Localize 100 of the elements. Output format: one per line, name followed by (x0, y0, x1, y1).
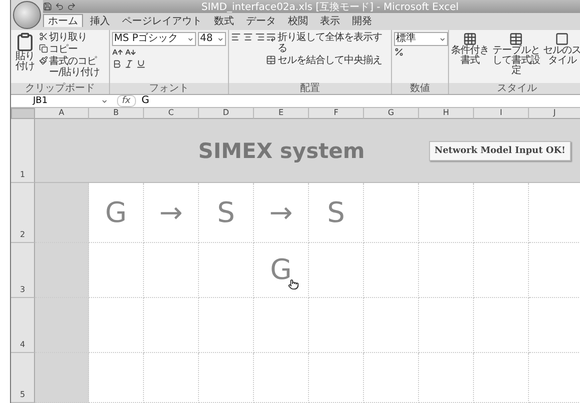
style-button[interactable]: 条件付き書式 (451, 32, 489, 81)
sheet-cell[interactable] (419, 243, 474, 298)
ribbon-tab[interactable]: 開発 (347, 14, 377, 27)
column-header[interactable]: C (144, 108, 199, 119)
style-button[interactable]: セルのスタイル (543, 32, 580, 81)
style-button[interactable]: テーブルとして書式設定 (491, 32, 541, 81)
italic-icon[interactable] (124, 59, 134, 69)
row-header[interactable]: 1 (11, 119, 35, 183)
sheet-cell[interactable] (474, 243, 529, 298)
select-all-button[interactable] (11, 108, 35, 119)
ribbon-tab[interactable]: 校閲 (283, 14, 313, 27)
column-header[interactable]: A (35, 108, 89, 119)
number-format-field[interactable]: 標準 (394, 32, 448, 46)
function-button[interactable]: fx (117, 95, 136, 107)
paste-button[interactable]: 貼り付け (13, 32, 37, 81)
sheet-cell[interactable] (364, 353, 419, 403)
clipboard-button[interactable]: 切り取り (38, 32, 107, 43)
sheet-cell[interactable]: → (144, 183, 199, 243)
font-size-field[interactable]: 48 (198, 32, 226, 46)
sheet-cell[interactable]: S (199, 183, 254, 243)
ribbon-tab[interactable]: 数式 (209, 14, 239, 27)
sheet-cell[interactable] (364, 298, 419, 353)
sheet-cell[interactable] (474, 353, 529, 403)
column-header[interactable]: F (309, 108, 364, 119)
align-right-icon[interactable] (255, 32, 265, 42)
sheet-cell[interactable] (309, 298, 364, 353)
group-label: スタイル (449, 83, 580, 94)
sheet-cell[interactable] (144, 243, 199, 298)
sheet-cell[interactable]: G (89, 183, 144, 243)
column-header[interactable]: B (89, 108, 144, 119)
sheet-cell[interactable] (89, 298, 144, 353)
sheet-cell[interactable] (254, 298, 309, 353)
sheet-cell[interactable] (35, 243, 89, 298)
sheet-cell[interactable] (309, 353, 364, 403)
group-label: 配置 (229, 83, 391, 94)
row-header[interactable]: 2 (11, 183, 35, 243)
sheet-cell[interactable] (474, 298, 529, 353)
font-name-field[interactable]: MS Pゴシック (112, 32, 196, 46)
column-header[interactable]: E (254, 108, 309, 119)
sheet-cell[interactable] (419, 298, 474, 353)
sheet-cell[interactable] (144, 298, 199, 353)
sheet-cell[interactable]: S (309, 183, 364, 243)
sheet-cell[interactable] (529, 183, 580, 243)
copy-icon (38, 44, 48, 53)
sheet-cell[interactable] (364, 243, 419, 298)
percent-icon[interactable] (394, 47, 404, 57)
redo-icon[interactable] (67, 2, 76, 11)
sheet-cell[interactable] (529, 243, 580, 298)
sheet-cell[interactable] (35, 183, 89, 243)
sheet-cell[interactable] (254, 353, 309, 403)
ribbon-tab[interactable]: ページレイアウト (117, 14, 207, 27)
sheet-cell[interactable] (199, 353, 254, 403)
wrap-text-button[interactable]: 折り返して全体を表示する (266, 32, 389, 54)
sheet-cell[interactable] (364, 183, 419, 243)
ribbon-tab[interactable]: ホーム (43, 14, 83, 27)
align-center-icon[interactable] (243, 32, 253, 42)
merge-center-button[interactable]: セルを結合して中央揃え (266, 55, 389, 66)
row-header[interactable]: 4 (11, 298, 35, 353)
sheet-cell[interactable] (89, 243, 144, 298)
table-icon (509, 32, 523, 46)
sheet-cell[interactable] (529, 353, 580, 403)
column-header[interactable]: H (419, 108, 474, 119)
status-button[interactable]: Network Model Input OK! (429, 140, 570, 160)
clipboard-button[interactable]: 書式のコピー/貼り付け (38, 56, 107, 78)
sheet-cell[interactable] (419, 183, 474, 243)
sheet-cell[interactable] (199, 243, 254, 298)
grow-font-icon[interactable] (112, 47, 123, 58)
ribbon-tab[interactable]: データ (241, 14, 281, 27)
column-header[interactable]: J (529, 108, 580, 119)
save-icon[interactable] (43, 2, 52, 11)
shrink-font-icon[interactable] (125, 47, 136, 58)
sheet-cell[interactable] (309, 243, 364, 298)
merge-cells-icon (266, 55, 276, 65)
row-header[interactable]: 5 (11, 353, 35, 403)
office-button[interactable] (13, 1, 41, 29)
ribbon-tab[interactable]: 挿入 (85, 14, 115, 27)
align-left-icon[interactable] (231, 32, 241, 42)
sheet-cell[interactable] (89, 353, 144, 403)
name-box[interactable]: JB1 (11, 96, 111, 106)
sheet-cell[interactable] (529, 298, 580, 353)
bold-icon[interactable] (112, 59, 122, 69)
sheet-cell[interactable] (35, 298, 89, 353)
column-header[interactable]: D (199, 108, 254, 119)
column-header[interactable]: G (364, 108, 419, 119)
cell-text: G (105, 198, 127, 226)
column-header[interactable]: I (474, 108, 529, 119)
cell-text: S (327, 198, 345, 226)
sheet-cell[interactable] (35, 353, 89, 403)
sheet-cell[interactable] (199, 298, 254, 353)
sheet-cell[interactable] (419, 353, 474, 403)
sheet-cell[interactable] (474, 183, 529, 243)
undo-icon[interactable] (55, 2, 64, 11)
row-header[interactable]: 3 (11, 243, 35, 298)
underline-icon[interactable] (136, 59, 146, 69)
paintbrush-icon (38, 56, 48, 65)
sheet-cell[interactable]: → (254, 183, 309, 243)
sheet-cell[interactable] (144, 353, 199, 403)
sheet-cell[interactable]: G (254, 243, 309, 298)
ribbon-tab[interactable]: 表示 (315, 14, 345, 27)
clipboard-button[interactable]: コピー (38, 44, 107, 55)
